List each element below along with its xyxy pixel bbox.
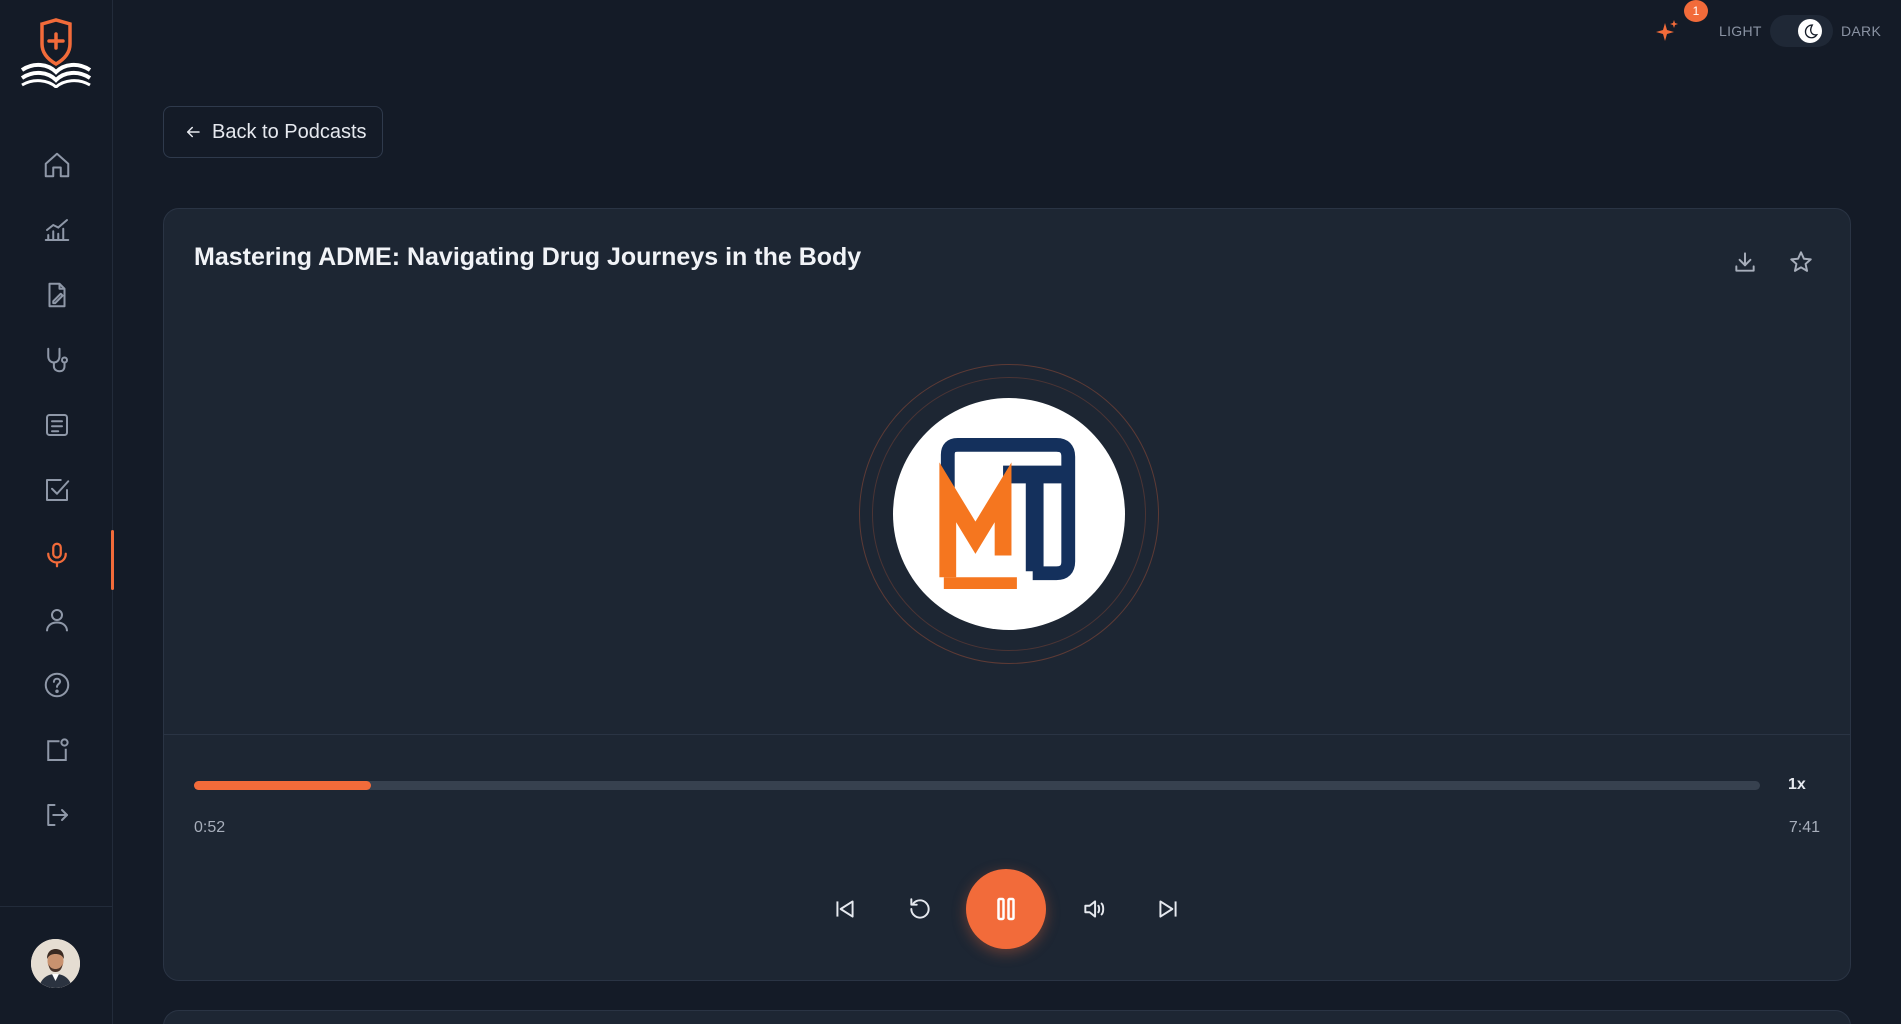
total-time: 7:41 xyxy=(1788,819,1820,836)
notification-badge: 1 xyxy=(1684,0,1708,22)
volume-button[interactable] xyxy=(1078,893,1110,925)
sidebar-divider xyxy=(0,906,113,907)
user-icon xyxy=(45,608,68,631)
sidebar-item-home[interactable] xyxy=(0,132,113,197)
sidebar-item-articles[interactable] xyxy=(0,392,113,457)
checkbox-icon xyxy=(45,478,69,501)
podcast-artwork xyxy=(859,364,1159,664)
sidebar-nav xyxy=(0,132,114,847)
skip-back-icon xyxy=(836,900,854,918)
podcast-title: Mastering ADME: Navigating Drug Journeys… xyxy=(194,243,862,271)
microphone-icon xyxy=(46,542,67,567)
arrow-left-icon xyxy=(187,126,200,138)
replay-button[interactable] xyxy=(904,893,936,925)
back-to-podcasts-button[interactable]: Back to Podcasts xyxy=(163,106,383,158)
sidebar-item-logout[interactable] xyxy=(0,782,113,847)
sidebar xyxy=(0,0,114,1024)
theme-light-label: LIGHT xyxy=(1719,23,1762,39)
document-edit-icon xyxy=(48,282,65,307)
sidebar-item-quizzes[interactable] xyxy=(0,457,113,522)
replay-icon xyxy=(910,898,930,919)
pause-icon xyxy=(997,897,1015,921)
user-avatar[interactable] xyxy=(31,939,80,988)
star-icon[interactable] xyxy=(1788,249,1814,275)
sidebar-item-notifications[interactable] xyxy=(0,717,113,782)
current-time: 0:52 xyxy=(194,819,226,836)
help-icon xyxy=(44,672,69,697)
logout-icon xyxy=(46,803,68,826)
topbar-right: 1 LIGHT DARK xyxy=(1601,0,1901,62)
playback-controls xyxy=(164,869,1850,949)
back-button-label: Back to Podcasts xyxy=(212,120,367,143)
skip-forward-button[interactable] xyxy=(1152,893,1184,925)
sidebar-item-clinical[interactable] xyxy=(0,327,113,392)
card-actions xyxy=(1732,249,1814,275)
moon-icon xyxy=(1804,24,1819,39)
podcast-logo xyxy=(893,398,1125,630)
sidebar-item-help[interactable] xyxy=(0,652,113,717)
ai-sparkle-icon[interactable] xyxy=(1653,17,1681,45)
stethoscope-icon xyxy=(46,347,68,372)
sidebar-item-podcasts[interactable] xyxy=(0,522,114,590)
playback-speed-button[interactable]: 1x xyxy=(1788,776,1806,794)
volume-icon xyxy=(1084,900,1105,918)
app-logo[interactable] xyxy=(18,18,94,89)
progress-bar[interactable] xyxy=(194,781,1760,790)
skip-forward-icon xyxy=(1159,900,1177,918)
progress-fill xyxy=(194,781,371,790)
pause-button[interactable] xyxy=(966,869,1046,949)
card-divider xyxy=(164,734,1850,735)
skip-back-button[interactable] xyxy=(829,893,861,925)
next-section-card xyxy=(163,1010,1851,1024)
chart-icon xyxy=(44,218,69,241)
sidebar-item-profile[interactable] xyxy=(0,587,113,652)
sidebar-item-analytics[interactable] xyxy=(0,197,113,262)
sidebar-item-notes[interactable] xyxy=(0,262,113,327)
toggle-knob xyxy=(1798,19,1822,43)
app-root: 1 LIGHT DARK Back to Podcasts Mastering … xyxy=(0,0,1901,1024)
notification-icon xyxy=(46,737,69,761)
article-icon xyxy=(45,413,68,436)
download-icon[interactable] xyxy=(1732,249,1758,275)
podcast-player-card: Mastering ADME: Navigating Drug Journeys… xyxy=(163,208,1851,981)
theme-toggle[interactable] xyxy=(1770,15,1833,47)
home-icon xyxy=(44,152,69,177)
theme-dark-label: DARK xyxy=(1841,23,1882,39)
